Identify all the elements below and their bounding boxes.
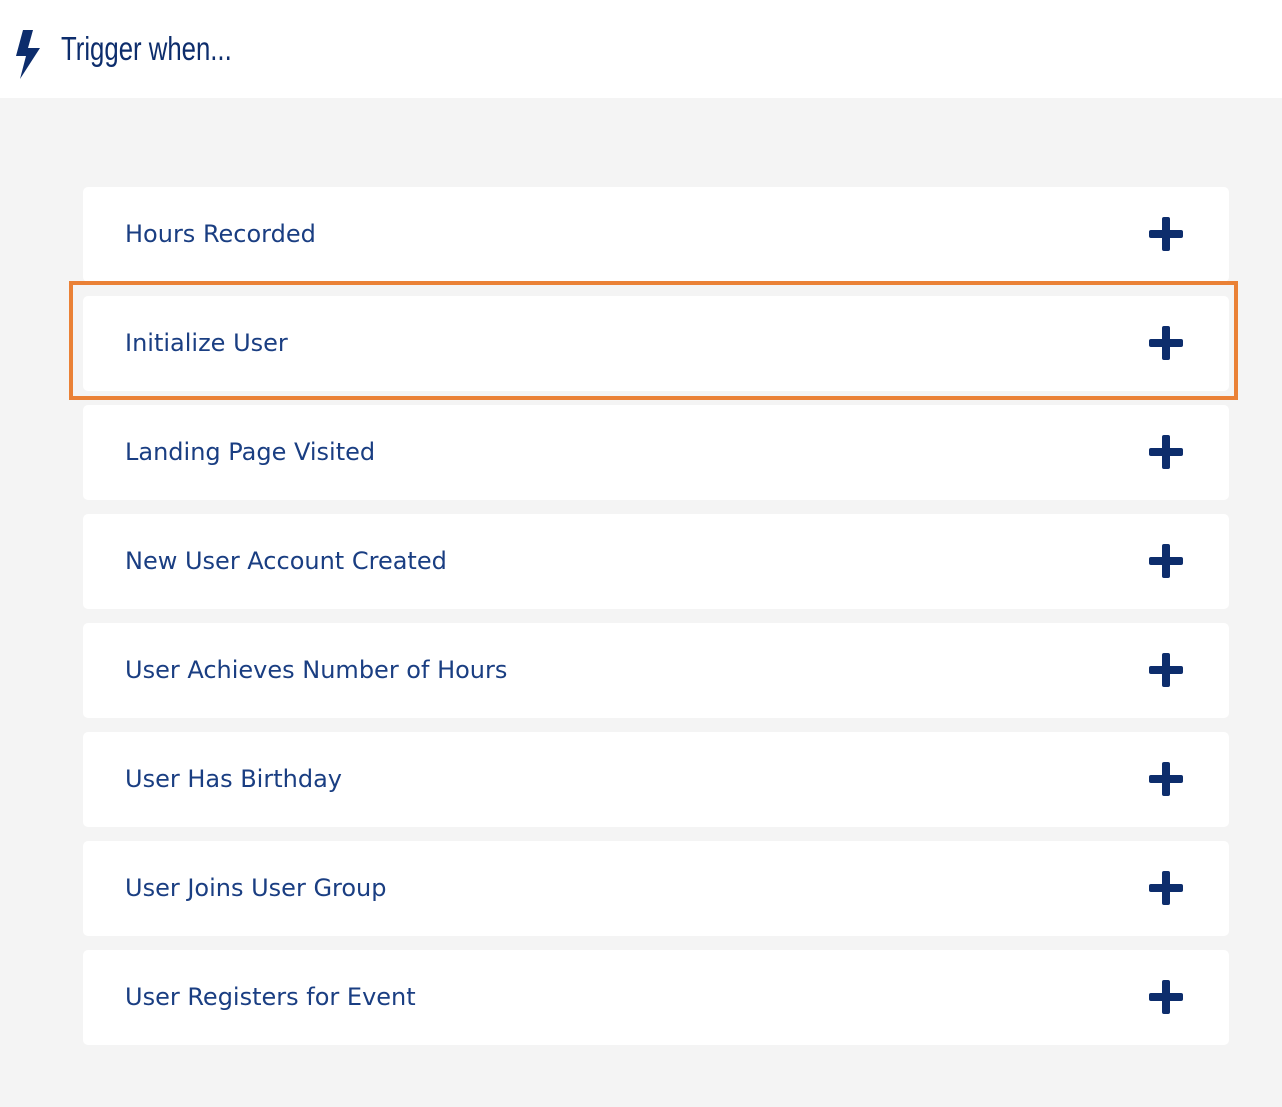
trigger-label: User Joins User Group	[125, 874, 387, 902]
trigger-item-new-user-account-created[interactable]: New User Account Created	[83, 514, 1229, 609]
trigger-item-user-has-birthday[interactable]: User Has Birthday	[83, 732, 1229, 827]
trigger-label: User Registers for Event	[125, 983, 416, 1011]
trigger-item-hours-recorded[interactable]: Hours Recorded	[83, 187, 1229, 282]
plus-icon[interactable]	[1148, 761, 1184, 797]
trigger-label: User Has Birthday	[125, 765, 342, 793]
plus-icon[interactable]	[1148, 543, 1184, 579]
plus-icon[interactable]	[1148, 870, 1184, 906]
trigger-label: New User Account Created	[125, 547, 447, 575]
trigger-item-user-registers-for-event[interactable]: User Registers for Event	[83, 950, 1229, 1045]
plus-icon[interactable]	[1148, 325, 1184, 361]
trigger-label: Hours Recorded	[125, 220, 316, 248]
plus-icon[interactable]	[1148, 652, 1184, 688]
trigger-item-landing-page-visited[interactable]: Landing Page Visited	[83, 405, 1229, 500]
trigger-label: Initialize User	[125, 329, 288, 357]
plus-icon[interactable]	[1148, 434, 1184, 470]
plus-icon[interactable]	[1148, 979, 1184, 1015]
trigger-label: User Achieves Number of Hours	[125, 656, 508, 684]
trigger-label: Landing Page Visited	[125, 438, 376, 466]
lightning-bolt-icon	[16, 30, 40, 79]
page-title: Trigger when...	[61, 30, 232, 67]
trigger-item-user-joins-user-group[interactable]: User Joins User Group	[83, 841, 1229, 936]
header: Trigger when...	[0, 0, 1282, 98]
trigger-item-initialize-user[interactable]: Initialize User	[83, 296, 1229, 391]
trigger-item-user-achieves-number-of-hours[interactable]: User Achieves Number of Hours	[83, 623, 1229, 718]
plus-icon[interactable]	[1148, 216, 1184, 252]
